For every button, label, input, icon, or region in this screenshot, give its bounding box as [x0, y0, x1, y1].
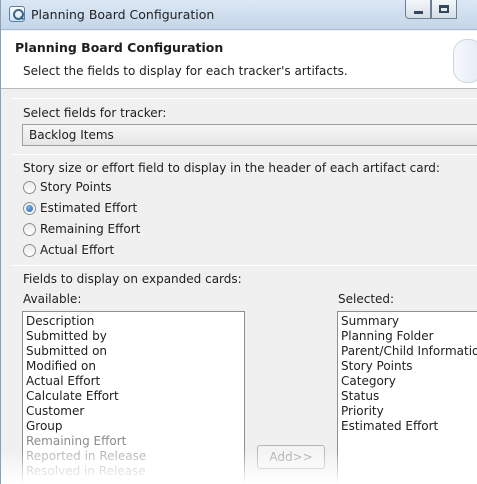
list-item[interactable]: Summary	[338, 314, 477, 329]
expanded-fields-label: Fields to display on expanded cards:	[23, 272, 242, 286]
list-item[interactable]: Remaining Effort	[23, 434, 244, 449]
header-title: Planning Board Configuration	[15, 40, 224, 55]
list-item[interactable]: Story Points	[338, 359, 477, 374]
list-item[interactable]: Submitted by	[23, 329, 244, 344]
radio-label: Estimated Effort	[40, 201, 138, 215]
radio-actual-effort[interactable]: Actual Effort	[23, 243, 114, 257]
radio-button[interactable]	[23, 180, 36, 194]
separator	[11, 154, 477, 155]
maximize-icon	[439, 5, 449, 13]
available-label: Available:	[23, 292, 82, 306]
list-item[interactable]: Priority	[338, 404, 477, 419]
separator	[11, 98, 477, 99]
header-banner-icon	[453, 39, 477, 83]
list-item[interactable]: Category	[338, 374, 477, 389]
radio-estimated-effort[interactable]: Estimated Effort	[23, 201, 137, 215]
list-item[interactable]: Calculate Effort	[23, 389, 244, 404]
radio-remaining-effort[interactable]: Remaining Effort	[23, 222, 140, 236]
app-search-icon	[9, 6, 25, 22]
minimize-icon	[413, 10, 423, 14]
available-fields-list[interactable]: Description Submitted by Submitted on Mo…	[22, 311, 245, 484]
story-size-label: Story size or effort field to display in…	[23, 161, 440, 175]
list-item[interactable]: Parent/Child Information	[338, 344, 477, 359]
list-item[interactable]: Modified on	[23, 359, 244, 374]
separator	[11, 265, 477, 266]
add-button[interactable]: Add>>	[257, 445, 325, 469]
radio-button[interactable]	[23, 243, 36, 257]
header-description: Select the fields to display for each tr…	[23, 64, 348, 78]
selected-label: Selected:	[338, 292, 395, 306]
dialog-header: Planning Board Configuration Select the …	[1, 31, 477, 89]
window-controls	[405, 0, 457, 20]
list-item[interactable]: Reported in Release	[23, 449, 244, 464]
list-item[interactable]: Resolved in Release	[23, 464, 244, 479]
tracker-label: Select fields for tracker:	[23, 106, 167, 120]
tracker-select-value: Backlog Items	[29, 128, 114, 142]
maximize-button[interactable]	[431, 0, 457, 19]
title-bar[interactable]: Planning Board Configuration	[1, 0, 477, 30]
list-item[interactable]: Customer	[23, 404, 244, 419]
radio-button[interactable]	[23, 222, 36, 236]
list-item[interactable]: Submitted on	[23, 344, 244, 359]
window-title: Planning Board Configuration	[31, 7, 215, 22]
list-item[interactable]: Actual Effort	[23, 374, 244, 389]
tracker-select[interactable]: Backlog Items	[22, 124, 477, 146]
list-item[interactable]: Status	[338, 389, 477, 404]
radio-story-points[interactable]: Story Points	[23, 180, 112, 194]
radio-label: Remaining Effort	[40, 222, 141, 236]
list-item[interactable]: Group	[23, 419, 244, 434]
dialog-window: Planning Board Configuration Planning Bo…	[0, 0, 477, 484]
radio-button-selected[interactable]	[23, 201, 36, 215]
radio-label: Actual Effort	[40, 243, 115, 257]
list-item[interactable]: Description	[23, 314, 244, 329]
list-item[interactable]: Planning Folder	[338, 329, 477, 344]
selected-fields-list[interactable]: Summary Planning Folder Parent/Child Inf…	[337, 311, 477, 484]
list-item[interactable]: Estimated Effort	[338, 419, 477, 434]
radio-label: Story Points	[40, 180, 112, 194]
minimize-button[interactable]	[405, 0, 431, 19]
